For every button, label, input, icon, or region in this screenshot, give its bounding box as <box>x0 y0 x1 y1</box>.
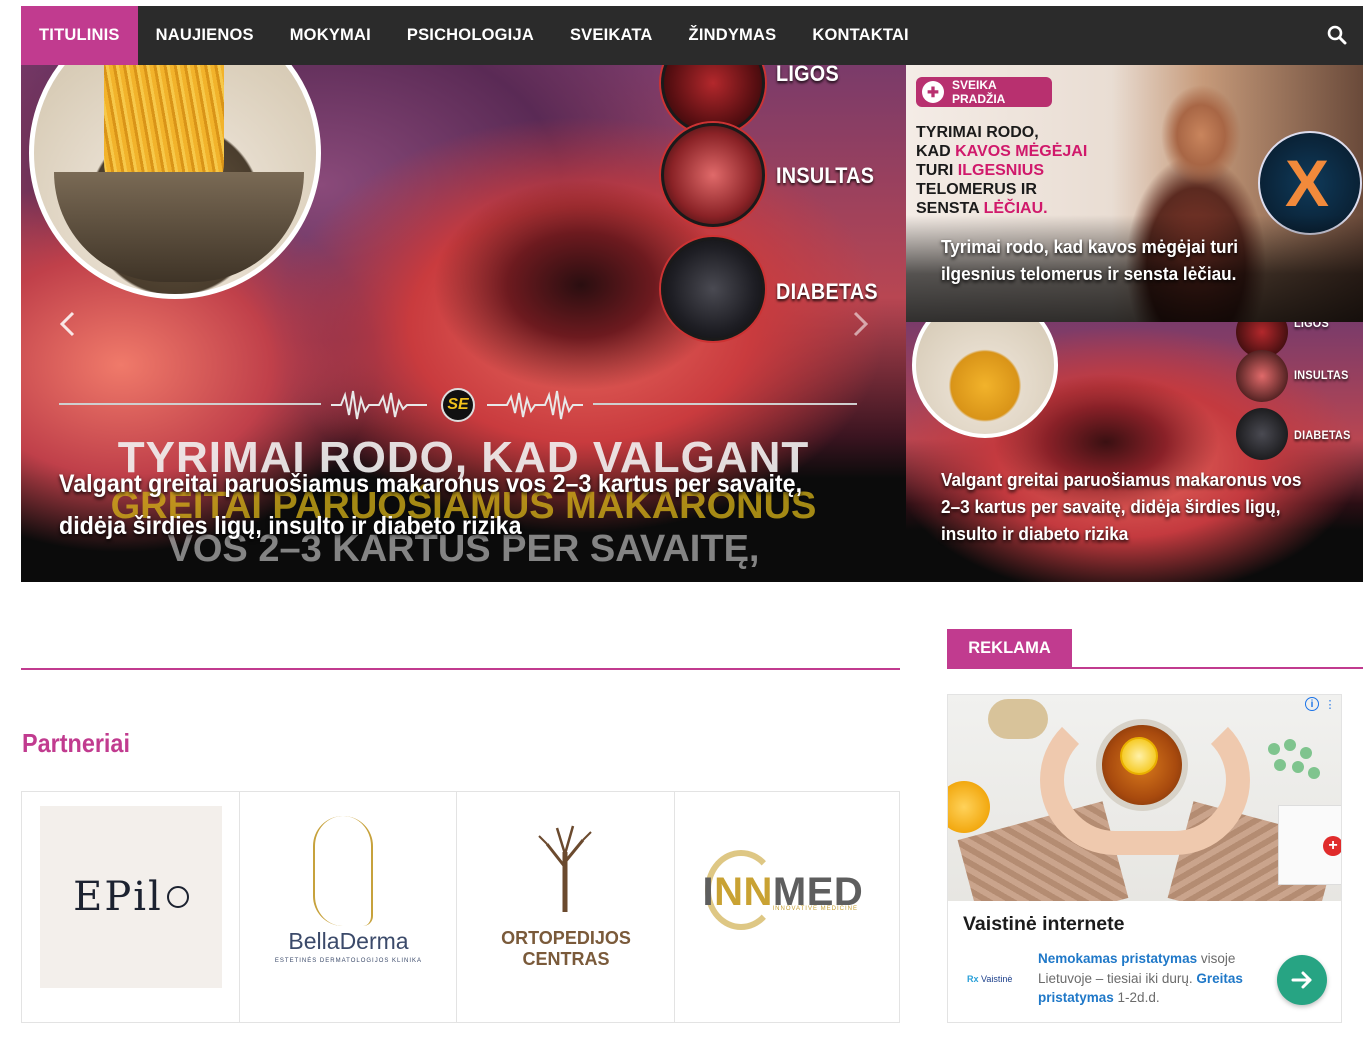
partner-ortopedijos-centras[interactable]: ORTOPEDIJOS CENTRAS <box>457 792 675 1022</box>
ginger-image <box>988 699 1048 739</box>
image-label-diabetas: DIABETAS <box>1294 428 1351 442</box>
info-icon[interactable]: i <box>1305 697 1319 711</box>
orange-slice-image <box>948 781 990 833</box>
image-text-line: TURI ILGESNIUS <box>916 161 1087 180</box>
partner-belladerma[interactable]: BellaDerma ESTETINĖS DERMATOLOGIJOS KLIN… <box>240 792 457 1022</box>
advertiser-logo-prefix: Rx <box>967 974 982 984</box>
search-icon[interactable] <box>1327 25 1347 45</box>
kebab-menu-icon[interactable]: ⋮ <box>1323 697 1337 711</box>
chevron-left-icon[interactable] <box>51 307 85 341</box>
nav-item-mokymai[interactable]: MOKYMAI <box>272 6 389 65</box>
innmed-subtitle: INNOVATIVE MEDICINE <box>772 906 858 912</box>
side-article-title[interactable]: Valgant greitai paruošiamus makaronus vo… <box>941 466 1308 547</box>
heart-cross-icon: ✚ <box>922 81 944 103</box>
epil-logo-mark <box>166 886 189 908</box>
ad-headline[interactable]: Vaistinė internete <box>963 913 1124 936</box>
epil-logo: EPil <box>40 806 222 988</box>
image-text-line: TYRIMAI RODO, <box>916 124 1039 141</box>
noodle-bowl-image <box>912 322 1058 438</box>
divider-line <box>59 403 321 405</box>
image-text-line: TELOMERUS IR <box>916 181 1037 198</box>
image-label-ligos: LIGOS <box>1294 322 1329 330</box>
nav-item-kontaktai[interactable]: KONTAKTAI <box>794 6 927 65</box>
pills-image <box>1264 737 1324 797</box>
advertiser-logo-text: Vaistinė <box>981 974 1013 984</box>
noodle-bowl-image <box>29 65 321 299</box>
ad-description: Nemokamas pristatymas visoje Lietuvoje –… <box>1038 949 1263 1008</box>
tree-icon <box>538 825 592 912</box>
nav-item-naujienos[interactable]: NAUJIENOS <box>138 6 272 65</box>
se-logo-badge: SE <box>441 388 475 422</box>
side-article-card-coffee[interactable]: ✚ SVEIKA PRADŽIA TYRIMAI RODO, KAD KAVOS… <box>906 65 1363 322</box>
nav-item-titulinis[interactable]: TITULINIS <box>21 6 138 65</box>
side-article-title[interactable]: Tyrimai rodo, kad kavos mėgėjai turi ilg… <box>941 233 1267 287</box>
advertiser-logo: Rx Vaistinė <box>967 974 1012 984</box>
divider-line <box>593 403 857 405</box>
innmed-text-highlight: NN <box>714 870 773 914</box>
arrow-right-icon <box>1291 971 1312 989</box>
soundwave-icon <box>331 390 427 420</box>
glucose-meter-icon <box>661 237 765 341</box>
ortopedijos-line-2: CENTRAS <box>522 949 610 969</box>
hero-main-slide[interactable]: LIGOS INSULTAS DIABETAS SE TYRIMAI RODO,… <box>21 65 906 582</box>
image-label-ligos: LIGOS <box>776 65 839 86</box>
brain-icon <box>1236 350 1288 402</box>
partner-innmed[interactable]: INNMED INNOVATIVE MEDICINE <box>675 792 899 1022</box>
main-nav: TITULINIS NAUJIENOS MOKYMAI PSICHOLOGIJA… <box>21 6 1363 65</box>
ad-banner[interactable]: + i ⋮ Vaistinė internete Rx Vaistinė Nem… <box>947 694 1342 1023</box>
glucose-meter-icon <box>1236 408 1288 460</box>
ortopedijos-line-1: ORTOPEDIJOS <box>501 928 631 948</box>
logo-text: SVEIKA PRADŽIA <box>952 78 1006 106</box>
image-label-insultas: INSULTAS <box>1294 368 1349 382</box>
sidebar-divider <box>947 667 1363 669</box>
ad-image: + i ⋮ <box>948 695 1341 901</box>
sveika-pradzia-logo: ✚ SVEIKA PRADŽIA <box>916 77 1052 107</box>
image-overlay-text: TYRIMAI RODO, KAD KAVOS MĖGĖJAI TURI ILG… <box>916 123 1087 218</box>
belladerma-subtitle: ESTETINĖS DERMATOLOGIJOS KLINIKA <box>274 958 423 964</box>
ortopedijos-logo-text: ORTOPEDIJOS CENTRAS <box>457 928 675 970</box>
red-cross-icon: + <box>1323 836 1341 856</box>
ad-desc-highlight: Nemokamas pristatymas <box>1038 951 1198 966</box>
hero-main-title[interactable]: Valgant greitai paruošiamus makaronus vo… <box>59 463 803 547</box>
image-text-part: TURI <box>916 162 958 179</box>
image-text-part: KAD <box>916 143 956 160</box>
nav-item-psichologija[interactable]: PSICHOLOGIJA <box>389 6 552 65</box>
reklama-heading: REKLAMA <box>947 629 1072 667</box>
chevron-right-icon[interactable] <box>843 307 877 341</box>
section-divider <box>21 668 900 670</box>
image-text-highlight: KAVOS MĖGĖJAI <box>955 143 1088 160</box>
brain-icon <box>661 123 765 227</box>
belladerma-logo-text: BellaDerma <box>288 928 409 954</box>
epil-logo-text: EPil <box>73 874 163 920</box>
ad-choices[interactable]: i ⋮ <box>1305 697 1337 711</box>
nav-item-zindymas[interactable]: ŽINDYMAS <box>671 6 795 65</box>
image-text-highlight: ILGESNIUS <box>957 162 1045 179</box>
ad-desc-text: 1-2d.d. <box>1113 990 1160 1005</box>
image-label-insultas: INSULTAS <box>776 163 875 188</box>
soundwave-icon <box>487 390 583 420</box>
image-label-diabetas: DIABETAS <box>776 279 878 304</box>
image-text-line: KAD KAVOS MĖGĖJAI <box>916 142 1087 161</box>
lemon-slice-image <box>1120 737 1158 775</box>
partners-heading: Partneriai <box>22 728 130 758</box>
partner-epil[interactable]: EPil <box>22 792 240 1022</box>
nav-item-sveikata[interactable]: SVEIKATA <box>552 6 671 65</box>
woman-face-line-icon <box>312 816 373 926</box>
side-article-card-noodles[interactable]: LIGOS INSULTAS DIABETAS Valgant greitai … <box>906 322 1363 582</box>
partners-grid: EPil BellaDerma ESTETINĖS DERMATOLOGIJOS… <box>21 791 900 1023</box>
innmed-text-part: I <box>702 870 715 914</box>
ad-cta-button[interactable] <box>1277 955 1327 1005</box>
medicine-box-image: + <box>1278 805 1341 885</box>
